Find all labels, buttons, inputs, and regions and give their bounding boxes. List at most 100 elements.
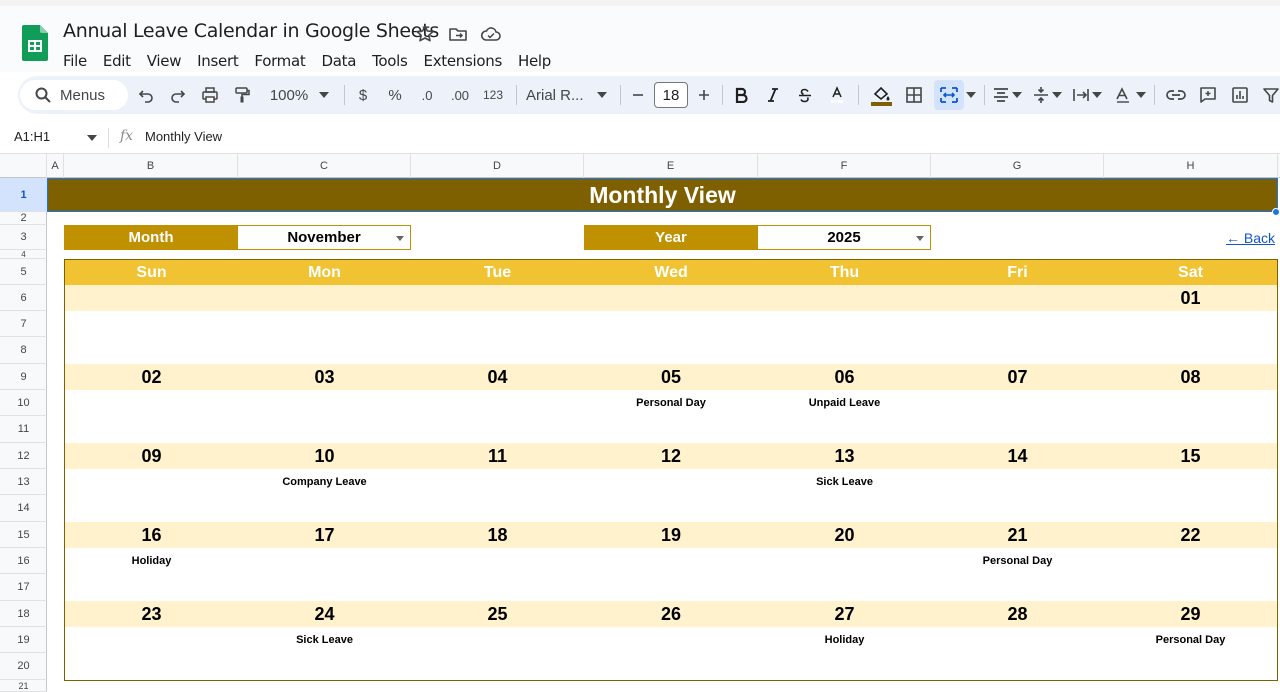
strikethrough-icon[interactable]: [794, 76, 816, 114]
chevron-down-icon[interactable]: [87, 135, 97, 141]
row-header[interactable]: 14: [0, 495, 47, 522]
day-number[interactable]: 07: [931, 364, 1104, 390]
year-dropdown[interactable]: 2025: [758, 225, 931, 250]
day-number[interactable]: 17: [238, 522, 411, 548]
menu-edit[interactable]: Edit: [103, 46, 131, 76]
chevron-down-icon[interactable]: [1090, 76, 1104, 114]
leave-event[interactable]: Personal Day: [1104, 627, 1277, 653]
chevron-down-icon[interactable]: [1010, 76, 1024, 114]
filter-icon[interactable]: [1262, 76, 1280, 114]
chevron-down-icon[interactable]: [594, 76, 610, 114]
day-number[interactable]: [65, 285, 238, 311]
merge-cells-icon[interactable]: [934, 80, 964, 110]
leave-event[interactable]: Sick Leave: [758, 469, 931, 495]
selection-handle[interactable]: [1272, 208, 1280, 216]
day-number[interactable]: 15: [1104, 443, 1277, 469]
chevron-down-icon[interactable]: [1050, 76, 1064, 114]
print-icon[interactable]: [198, 76, 222, 114]
menu-data[interactable]: Data: [321, 46, 356, 76]
select-all-corner[interactable]: [0, 154, 47, 178]
day-number[interactable]: 27: [758, 601, 931, 627]
menu-extensions[interactable]: Extensions: [424, 46, 503, 76]
chevron-down-icon[interactable]: [1134, 76, 1148, 114]
move-folder-icon[interactable]: [447, 23, 469, 45]
row-header[interactable]: 15: [0, 522, 47, 548]
day-number[interactable]: 21: [931, 522, 1104, 548]
column-header-f[interactable]: F: [758, 154, 931, 178]
redo-icon[interactable]: [166, 76, 190, 114]
day-number[interactable]: [931, 285, 1104, 311]
insert-chart-icon[interactable]: [1228, 76, 1252, 114]
back-link[interactable]: ← Back: [1226, 230, 1275, 246]
bold-icon[interactable]: [730, 76, 752, 114]
insert-comment-icon[interactable]: [1196, 76, 1220, 114]
name-box[interactable]: A1:H1: [14, 129, 50, 144]
row-header[interactable]: 13: [0, 469, 47, 495]
day-number[interactable]: 08: [1104, 364, 1277, 390]
currency-format-button[interactable]: $: [351, 76, 375, 114]
day-number[interactable]: 23: [65, 601, 238, 627]
day-number[interactable]: 01: [1104, 285, 1277, 311]
day-number[interactable]: 12: [584, 443, 758, 469]
italic-icon[interactable]: [762, 76, 784, 114]
menu-tools[interactable]: Tools: [372, 46, 408, 76]
day-number[interactable]: 14: [931, 443, 1104, 469]
insert-link-icon[interactable]: [1164, 76, 1188, 114]
horizontal-align-icon[interactable]: [990, 76, 1012, 114]
menu-format[interactable]: Format: [254, 46, 305, 76]
row-header[interactable]: 6: [0, 285, 47, 311]
formula-input[interactable]: Monthly View: [145, 129, 222, 144]
star-icon[interactable]: [414, 23, 436, 45]
row-header[interactable]: 10: [0, 390, 47, 416]
decrease-font-size-icon[interactable]: [628, 76, 648, 114]
day-number[interactable]: [238, 285, 411, 311]
leave-event[interactable]: Holiday: [758, 627, 931, 653]
day-number[interactable]: 20: [758, 522, 931, 548]
document-title[interactable]: Annual Leave Calendar in Google Sheets: [63, 20, 439, 42]
row-header[interactable]: 19: [0, 627, 47, 653]
title-cell[interactable]: Monthly View: [47, 178, 1278, 212]
menu-help[interactable]: Help: [518, 46, 551, 76]
font-size-input[interactable]: 18: [654, 82, 688, 108]
month-dropdown[interactable]: November: [238, 225, 411, 250]
text-wrapping-icon[interactable]: [1070, 76, 1092, 114]
row-header[interactable]: 3: [0, 225, 47, 250]
increase-decimal-button[interactable]: .00: [446, 76, 474, 114]
day-number[interactable]: 02: [65, 364, 238, 390]
day-number[interactable]: [758, 285, 931, 311]
row-header[interactable]: 18: [0, 601, 47, 627]
row-header[interactable]: 5: [0, 259, 47, 285]
day-number[interactable]: 06: [758, 364, 931, 390]
decrease-decimal-button[interactable]: .0: [414, 76, 440, 114]
row-header[interactable]: 9: [0, 364, 47, 390]
leave-event[interactable]: Sick Leave: [238, 627, 411, 653]
row-header[interactable]: 7: [0, 311, 47, 337]
font-family-select[interactable]: Arial R...: [526, 76, 590, 114]
column-header-b[interactable]: B: [64, 154, 238, 178]
day-number[interactable]: 04: [411, 364, 584, 390]
fill-color-icon[interactable]: [868, 76, 894, 114]
undo-icon[interactable]: [134, 76, 158, 114]
column-header-a[interactable]: A: [47, 154, 64, 178]
column-header-g[interactable]: G: [931, 154, 1104, 178]
menu-insert[interactable]: Insert: [197, 46, 239, 76]
row-header[interactable]: 17: [0, 574, 47, 601]
number-format-button[interactable]: 123: [480, 76, 506, 114]
leave-event[interactable]: Unpaid Leave: [758, 390, 931, 416]
vertical-align-icon[interactable]: [1030, 76, 1052, 114]
menu-view[interactable]: View: [147, 46, 182, 76]
row-header[interactable]: 8: [0, 337, 47, 364]
percent-format-button[interactable]: %: [383, 76, 407, 114]
day-number[interactable]: 18: [411, 522, 584, 548]
column-header-d[interactable]: D: [411, 154, 584, 178]
menu-file[interactable]: File: [63, 46, 87, 76]
row-header[interactable]: 12: [0, 443, 47, 469]
row-header[interactable]: 20: [0, 653, 47, 680]
paint-format-icon[interactable]: [230, 76, 254, 114]
zoom-select[interactable]: 100%: [264, 76, 314, 114]
day-number[interactable]: 25: [411, 601, 584, 627]
row-header[interactable]: 4: [0, 250, 47, 259]
borders-icon[interactable]: [902, 76, 926, 114]
column-header-e[interactable]: E: [584, 154, 758, 178]
leave-event[interactable]: Personal Day: [584, 390, 758, 416]
